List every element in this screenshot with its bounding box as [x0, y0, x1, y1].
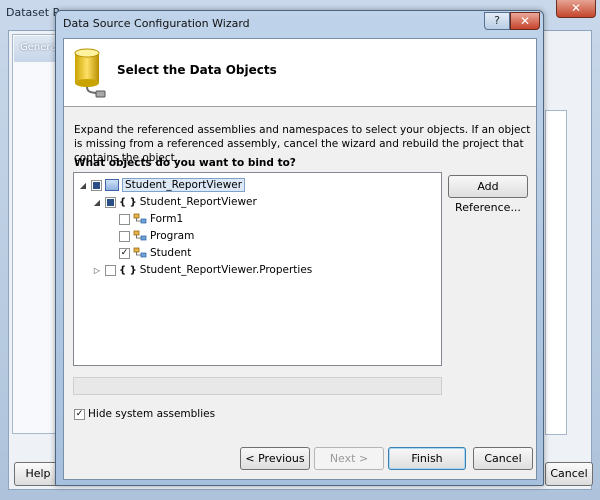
- cancel-button[interactable]: Cancel: [473, 447, 533, 470]
- class-icon: [133, 230, 147, 241]
- tree-checkbox-student[interactable]: ✓: [119, 247, 130, 259]
- background-cancel-button[interactable]: Cancel: [545, 462, 593, 486]
- tree-label-form1: Form1: [150, 213, 184, 225]
- namespace-icon: { }: [119, 264, 137, 276]
- tree-label-project: Student_ReportViewer: [122, 178, 246, 192]
- close-icon: ✕: [570, 1, 582, 15]
- tree-node-properties-namespace[interactable]: ▷ { } Student_ReportViewer.Properties: [92, 262, 312, 278]
- tree-node-form1[interactable]: Form1: [116, 211, 183, 227]
- data-source-configuration-wizard: Data Source Configuration Wizard ? ✕ Sel…: [55, 10, 544, 486]
- title-close-button[interactable]: ✕: [510, 12, 540, 30]
- database-icon: [74, 48, 106, 98]
- close-icon: ✕: [519, 14, 531, 28]
- check-icon: ✓: [75, 408, 84, 419]
- tree-node-program[interactable]: Program: [116, 228, 194, 244]
- tree-label-properties: Student_ReportViewer.Properties: [139, 264, 313, 276]
- class-icon: [133, 247, 147, 258]
- tree-label-program: Program: [150, 230, 195, 242]
- collapse-arrow-icon[interactable]: ▷: [92, 266, 102, 275]
- finish-button[interactable]: Finish: [388, 447, 466, 470]
- tree-label-student: Student: [150, 247, 192, 259]
- previous-button[interactable]: < Previous: [240, 447, 310, 470]
- tree-checkbox-properties[interactable]: [105, 264, 116, 276]
- tab-general[interactable]: General: [14, 36, 60, 62]
- next-button[interactable]: Next >: [314, 447, 384, 470]
- background-panel: [545, 110, 567, 435]
- tree-node-namespace[interactable]: ◢ { } Student_ReportViewer: [92, 194, 257, 210]
- expand-arrow-icon[interactable]: ◢: [78, 181, 88, 190]
- wizard-step-title: Select the Data Objects: [117, 63, 277, 77]
- class-icon: [133, 213, 147, 224]
- add-reference-button[interactable]: Add Reference...: [448, 175, 528, 214]
- tree-label-namespace: Student_ReportViewer: [139, 196, 257, 208]
- background-close-button[interactable]: ✕: [556, 0, 596, 18]
- tree-checkbox-form1[interactable]: [119, 213, 130, 225]
- namespace-icon: { }: [119, 196, 137, 208]
- objects-tree-view[interactable]: ◢ Student_ReportViewer ◢ { } Student_Rep…: [73, 172, 442, 366]
- help-icon: ?: [494, 14, 500, 27]
- check-icon: ✓: [120, 247, 129, 258]
- tree-checkbox-program[interactable]: [119, 230, 130, 242]
- project-icon: [105, 179, 119, 191]
- dialog-content: Select the Data Objects Expand the refer…: [63, 38, 537, 480]
- wizard-header: Select the Data Objects: [64, 39, 536, 107]
- hide-system-assemblies-option[interactable]: ✓ Hide system assemblies: [74, 408, 215, 420]
- tree-checkbox-namespace[interactable]: [105, 196, 116, 208]
- hide-system-assemblies-checkbox[interactable]: ✓: [74, 408, 85, 420]
- title-help-button[interactable]: ?: [484, 12, 510, 30]
- description-bar: [73, 377, 442, 395]
- dialog-title: Data Source Configuration Wizard: [63, 17, 250, 30]
- tree-checkbox-project[interactable]: [91, 179, 102, 191]
- tree-node-project[interactable]: ◢ Student_ReportViewer: [78, 177, 246, 193]
- object-question-label: What objects do you want to bind to?: [74, 157, 296, 169]
- tree-node-student[interactable]: ✓ Student: [116, 245, 191, 261]
- expand-arrow-icon[interactable]: ◢: [92, 198, 102, 207]
- hide-system-assemblies-label: Hide system assemblies: [88, 408, 216, 420]
